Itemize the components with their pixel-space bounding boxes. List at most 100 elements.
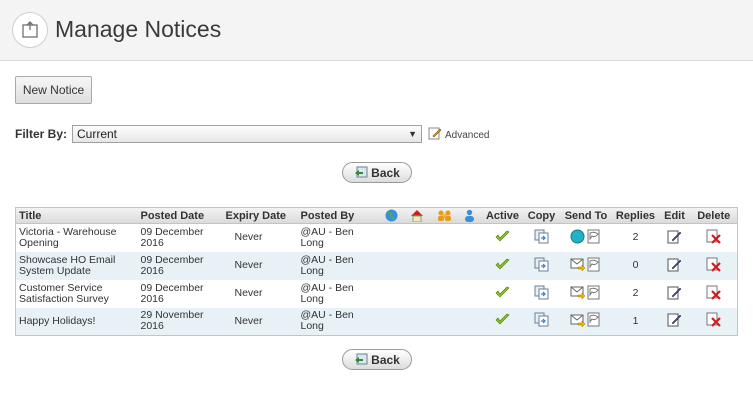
replies-count[interactable]: 2 [613, 224, 659, 252]
groups-cell [431, 308, 458, 336]
checkmark-icon[interactable] [495, 230, 510, 246]
send-email-icon[interactable] [570, 285, 585, 302]
delete-cell[interactable] [691, 252, 738, 280]
col-globe [379, 207, 404, 224]
expiry-date: Never [234, 314, 263, 327]
col-title[interactable]: Title [15, 207, 138, 224]
advanced-filter-link[interactable]: Advanced [428, 126, 489, 145]
user-cell [458, 252, 482, 280]
edit-cell[interactable] [659, 252, 691, 280]
delete-icon[interactable] [706, 312, 722, 330]
notice-title[interactable]: Victoria - Warehouse Opening [16, 224, 138, 252]
notice-title[interactable]: Happy Holidays! [16, 308, 138, 336]
home-cell [404, 280, 431, 308]
send-email-icon[interactable] [570, 313, 585, 330]
col-replies[interactable]: Replies [612, 207, 659, 224]
col-copy[interactable]: Copy [523, 207, 560, 224]
send-to-cell[interactable] [560, 252, 613, 280]
edit-icon[interactable] [667, 312, 682, 330]
checkmark-icon[interactable] [495, 286, 510, 302]
groups-cell [431, 280, 458, 308]
checkmark-icon[interactable] [495, 313, 510, 329]
col-delete[interactable]: Delete [690, 207, 738, 224]
col-home [403, 207, 431, 224]
note-icon[interactable] [587, 312, 602, 330]
posted-date: 09 December 2016 [140, 225, 204, 249]
back-button-top[interactable]: Back [342, 162, 412, 183]
copy-icon[interactable] [534, 229, 549, 247]
filter-selected-value: Current [77, 127, 118, 141]
delete-cell[interactable] [691, 224, 738, 252]
note-icon[interactable] [587, 229, 602, 247]
replies-count[interactable]: 1 [613, 308, 659, 336]
send-to-cell[interactable] [560, 224, 613, 252]
table-row: Showcase HO Email System Update 09 Decemb… [15, 251, 738, 280]
new-notice-button[interactable]: New Notice [15, 76, 92, 104]
col-groups [430, 207, 458, 224]
back-label: Back [371, 165, 400, 180]
edit-cell[interactable] [659, 280, 691, 308]
status-circle-icon[interactable] [570, 229, 585, 247]
col-posted-date[interactable]: Posted Date [137, 207, 223, 224]
home-icon [411, 210, 423, 222]
copy-icon[interactable] [534, 257, 549, 275]
send-email-icon[interactable] [570, 257, 585, 274]
copy-cell[interactable] [524, 224, 560, 252]
send-to-cell[interactable] [560, 308, 613, 336]
replies-count[interactable]: 0 [613, 252, 659, 280]
notices-table: Title Posted Date Expiry Date Posted By … [15, 207, 738, 336]
globe-cell [380, 280, 404, 308]
checkmark-icon[interactable] [495, 258, 510, 274]
globe-icon [385, 209, 398, 222]
active-cell[interactable] [482, 224, 524, 252]
user-cell [458, 280, 482, 308]
users-group-icon [437, 210, 451, 221]
delete-icon[interactable] [706, 285, 722, 303]
note-icon[interactable] [587, 257, 602, 275]
copy-cell[interactable] [524, 308, 560, 336]
copy-cell[interactable] [524, 280, 560, 308]
notice-title[interactable]: Customer Service Satisfaction Survey [16, 280, 138, 308]
copy-icon[interactable] [534, 312, 549, 330]
globe-cell [380, 308, 404, 336]
delete-cell[interactable] [691, 308, 738, 336]
filter-select[interactable]: Current ▼ [72, 125, 422, 143]
active-cell[interactable] [482, 308, 524, 336]
delete-icon[interactable] [706, 229, 722, 247]
posted-date: 09 December 2016 [140, 253, 204, 277]
copy-icon[interactable] [534, 285, 549, 303]
user-cell [458, 308, 482, 336]
send-to-cell[interactable] [560, 280, 613, 308]
col-expiry-date[interactable]: Expiry Date [222, 207, 298, 224]
col-user [457, 207, 482, 224]
notice-title[interactable]: Showcase HO Email System Update [16, 252, 138, 280]
posted-by: @AU - Ben Long [300, 253, 354, 277]
expiry-date: Never [234, 287, 263, 299]
home-cell [404, 252, 431, 280]
edit-cell[interactable] [659, 224, 691, 252]
edit-icon[interactable] [667, 285, 682, 303]
note-icon[interactable] [587, 285, 602, 303]
delete-cell[interactable] [691, 280, 738, 308]
col-send-to[interactable]: Send To [559, 207, 613, 224]
active-cell[interactable] [482, 280, 524, 308]
col-posted-by[interactable]: Posted By [297, 207, 380, 224]
user-icon [465, 209, 474, 222]
edit-icon[interactable] [667, 257, 682, 275]
table-row: Victoria - Warehouse Opening 09 December … [16, 224, 738, 252]
copy-cell[interactable] [524, 252, 560, 280]
table-row: Happy Holidays! 29 November 2016 Never @AU … [15, 307, 738, 336]
page-header: Manage Notices [0, 0, 753, 61]
replies-count[interactable]: 2 [613, 280, 659, 308]
advanced-label: Advanced [445, 130, 490, 141]
col-active[interactable]: Active [481, 207, 524, 224]
col-edit[interactable]: Edit [658, 207, 691, 224]
delete-icon[interactable] [706, 257, 722, 275]
edit-cell[interactable] [659, 308, 691, 336]
edit-icon[interactable] [667, 229, 682, 247]
globe-cell [380, 252, 404, 280]
back-icon [354, 351, 368, 368]
active-cell[interactable] [482, 252, 524, 280]
back-button-bottom[interactable]: Back [342, 349, 412, 370]
expiry-date: Never [234, 231, 263, 244]
